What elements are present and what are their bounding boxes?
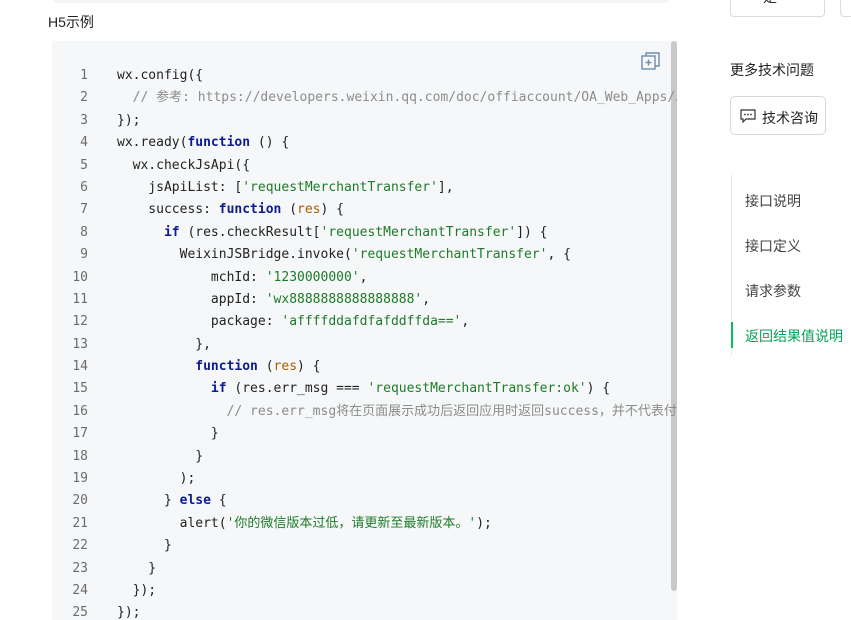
code-line: 9 WeixinJSBridge.invoke('requestMerchant… xyxy=(52,244,667,266)
line-number: 22 xyxy=(72,538,88,554)
toc-item-interface-def[interactable]: 接口定义 xyxy=(745,236,801,256)
code-text: jsApiList: ['requestMerchantTransfer'], xyxy=(117,179,454,195)
more-questions-title: 更多技术问题 xyxy=(730,62,814,78)
code-line: 10 mchId: '1230000000', xyxy=(52,267,667,289)
code-text: ); xyxy=(117,471,196,487)
code-line: 8 if (res.checkResult['requestMerchantTr… xyxy=(52,222,667,244)
line-number: 18 xyxy=(72,448,88,464)
line-number: 10 xyxy=(72,269,88,285)
code-line: 6 jsApiList: ['requestMerchantTransfer']… xyxy=(52,177,667,199)
code-text: }); xyxy=(117,605,141,620)
code-line: 19 ); xyxy=(52,468,667,490)
line-number: 23 xyxy=(72,560,88,576)
line-number: 20 xyxy=(72,493,88,509)
code-line: 18 } xyxy=(52,446,667,468)
line-number: 8 xyxy=(80,224,88,240)
code-scrollbar[interactable] xyxy=(671,41,677,591)
line-number: 9 xyxy=(80,247,88,263)
code-text: if (res.err_msg === 'requestMerchantTran… xyxy=(117,381,611,397)
top-no-button[interactable] xyxy=(840,0,851,17)
line-number: 6 xyxy=(80,179,88,195)
line-number: 1 xyxy=(80,68,88,83)
code-text: // res.err_msg将在页面展示成功后返回应用时返回success，并不… xyxy=(117,403,677,419)
toc-active-indicator xyxy=(731,322,733,348)
line-number: 21 xyxy=(72,515,88,531)
code-text: mchId: '1230000000', xyxy=(117,269,368,285)
code-text: } xyxy=(117,426,219,442)
code-line: 4 wx.ready(function () { xyxy=(52,132,667,154)
code-line: 24 }); xyxy=(52,580,667,602)
previous-card-bottom xyxy=(52,0,670,3)
top-yes-button[interactable]: 是 xyxy=(730,0,825,17)
line-number: 14 xyxy=(72,359,88,375)
tech-consult-label: 技术咨询 xyxy=(762,110,818,126)
code-line: 14 function (res) { xyxy=(52,356,667,378)
code-line: 2 // 参考: https://developers.weixin.qq.co… xyxy=(52,87,677,109)
line-number: 2 xyxy=(80,90,88,106)
code-line: 17 } xyxy=(52,423,667,445)
toc-item-interface-desc[interactable]: 接口说明 xyxy=(745,191,801,211)
line-number: 16 xyxy=(72,403,88,419)
code-line: 11 appId: 'wx8888888888888888', xyxy=(52,289,667,311)
code-line: 13 }, xyxy=(52,334,667,356)
code-text: }); xyxy=(117,582,157,598)
code-text: alert('你的微信版本过低，请更新至最新版本。'); xyxy=(117,515,492,531)
code-text: package: 'affffddafdfafddffda==', xyxy=(117,314,470,330)
table-of-contents: 接口说明 接口定义 请求参数 返回结果值说明 xyxy=(731,175,851,355)
code-line: 3}); xyxy=(52,110,667,132)
line-number: 15 xyxy=(72,381,88,397)
tech-consult-button[interactable]: 技术咨询 xyxy=(730,96,826,135)
line-number: 25 xyxy=(72,605,88,620)
toc-item-request-params[interactable]: 请求参数 xyxy=(745,281,801,301)
toc-item-response-values[interactable]: 返回结果值说明 xyxy=(745,326,843,346)
code-line: 15 if (res.err_msg === 'requestMerchantT… xyxy=(52,378,667,400)
line-number: 19 xyxy=(72,471,88,487)
code-text: WeixinJSBridge.invoke('requestMerchantTr… xyxy=(117,247,571,263)
code-text: wx.checkJsApi({ xyxy=(117,157,251,173)
code-line: 7 success: function (res) { xyxy=(52,199,667,221)
code-line: 12 package: 'affffddafdfafddffda==', xyxy=(52,311,667,333)
code-line: 22 } xyxy=(52,535,667,557)
code-line: 5 wx.checkJsApi({ xyxy=(52,155,667,177)
code-line: 23 } xyxy=(52,558,667,580)
code-text: wx.ready(function () { xyxy=(117,135,290,151)
code-text: wx.config({ xyxy=(117,68,204,83)
top-yes-label: 是 xyxy=(763,0,777,7)
code-line: 21 alert('你的微信版本过低，请更新至最新版本。'); xyxy=(52,513,667,535)
code-text: } xyxy=(117,538,172,554)
line-number: 11 xyxy=(72,291,88,307)
code-text: function (res) { xyxy=(117,359,321,375)
line-number: 7 xyxy=(80,202,88,218)
line-number: 12 xyxy=(72,314,88,330)
line-number: 17 xyxy=(72,426,88,442)
code-line: 16 // res.err_msg将在页面展示成功后返回应用时返回success… xyxy=(52,401,677,423)
section-title: H5示例 xyxy=(48,14,94,30)
code-block: 1 wx.config({ 2 // 参考: https://developers.… xyxy=(52,41,677,620)
code-line: 25}); xyxy=(52,602,667,620)
line-number: 4 xyxy=(80,135,88,151)
line-number: 3 xyxy=(80,112,88,128)
code-text: if (res.checkResult['requestMerchantTran… xyxy=(117,224,548,240)
code-text: } else { xyxy=(117,493,227,509)
code-text: } xyxy=(117,560,157,576)
line-number: 13 xyxy=(72,336,88,352)
code-text: }, xyxy=(117,336,211,352)
code-lines: 1 wx.config({ 2 // 参考: https://developers.… xyxy=(52,65,677,620)
code-line: 20 } else { xyxy=(52,490,667,512)
code-line: 1 wx.config({ xyxy=(52,65,667,87)
line-number: 5 xyxy=(80,157,88,173)
code-text: success: function (res) { xyxy=(117,202,344,218)
code-text: appId: 'wx8888888888888888', xyxy=(117,291,431,307)
line-number: 24 xyxy=(72,582,88,598)
code-text: // 参考: https://developers.weixin.qq.com/… xyxy=(132,90,677,106)
chat-icon xyxy=(740,109,756,123)
code-text: }); xyxy=(117,112,141,128)
code-text: } xyxy=(117,448,204,464)
